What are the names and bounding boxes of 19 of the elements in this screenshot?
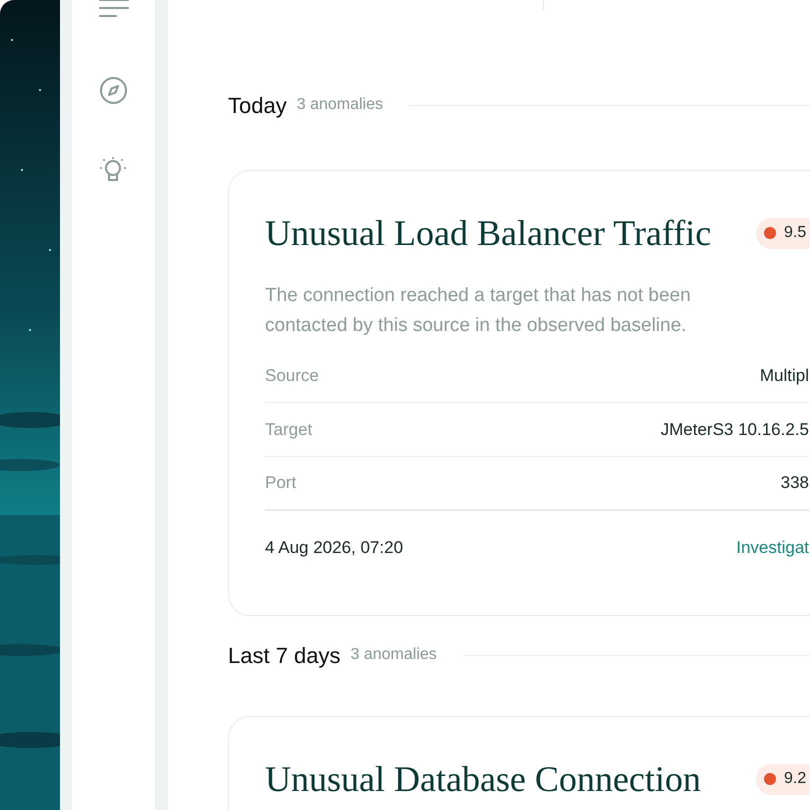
field-value: JMeterS3 10.16.2.5: [660, 418, 809, 441]
field-value: 338: [780, 472, 809, 494]
field-label: Target: [265, 418, 312, 441]
anomaly-count: 3 anomalies: [296, 95, 383, 115]
section-title: Last 7 days: [228, 642, 341, 670]
field-value: Multipl: [760, 364, 809, 387]
score-value: 9.2: [784, 769, 806, 789]
menu-icon[interactable]: [98, 0, 130, 20]
anomaly-title: Unusual Load Balancer Traffic: [265, 212, 712, 255]
timestamp: 4 Aug 2026, 07:20: [265, 537, 404, 560]
compass-icon[interactable]: [99, 76, 128, 105]
field-label: Port: [265, 472, 296, 494]
investigate-link[interactable]: Investigat: [736, 535, 809, 561]
section-title: Today: [228, 92, 287, 120]
anomaly-description: The connection reached a target that has not been contacted by this source in the observed baseline.: [265, 284, 692, 338]
field-label: Source: [265, 364, 319, 387]
anomaly-title: Unusual Database Connection: [265, 758, 701, 801]
score-value: 9.5: [784, 223, 806, 243]
anomaly-count: 3 anomalies: [350, 645, 437, 665]
